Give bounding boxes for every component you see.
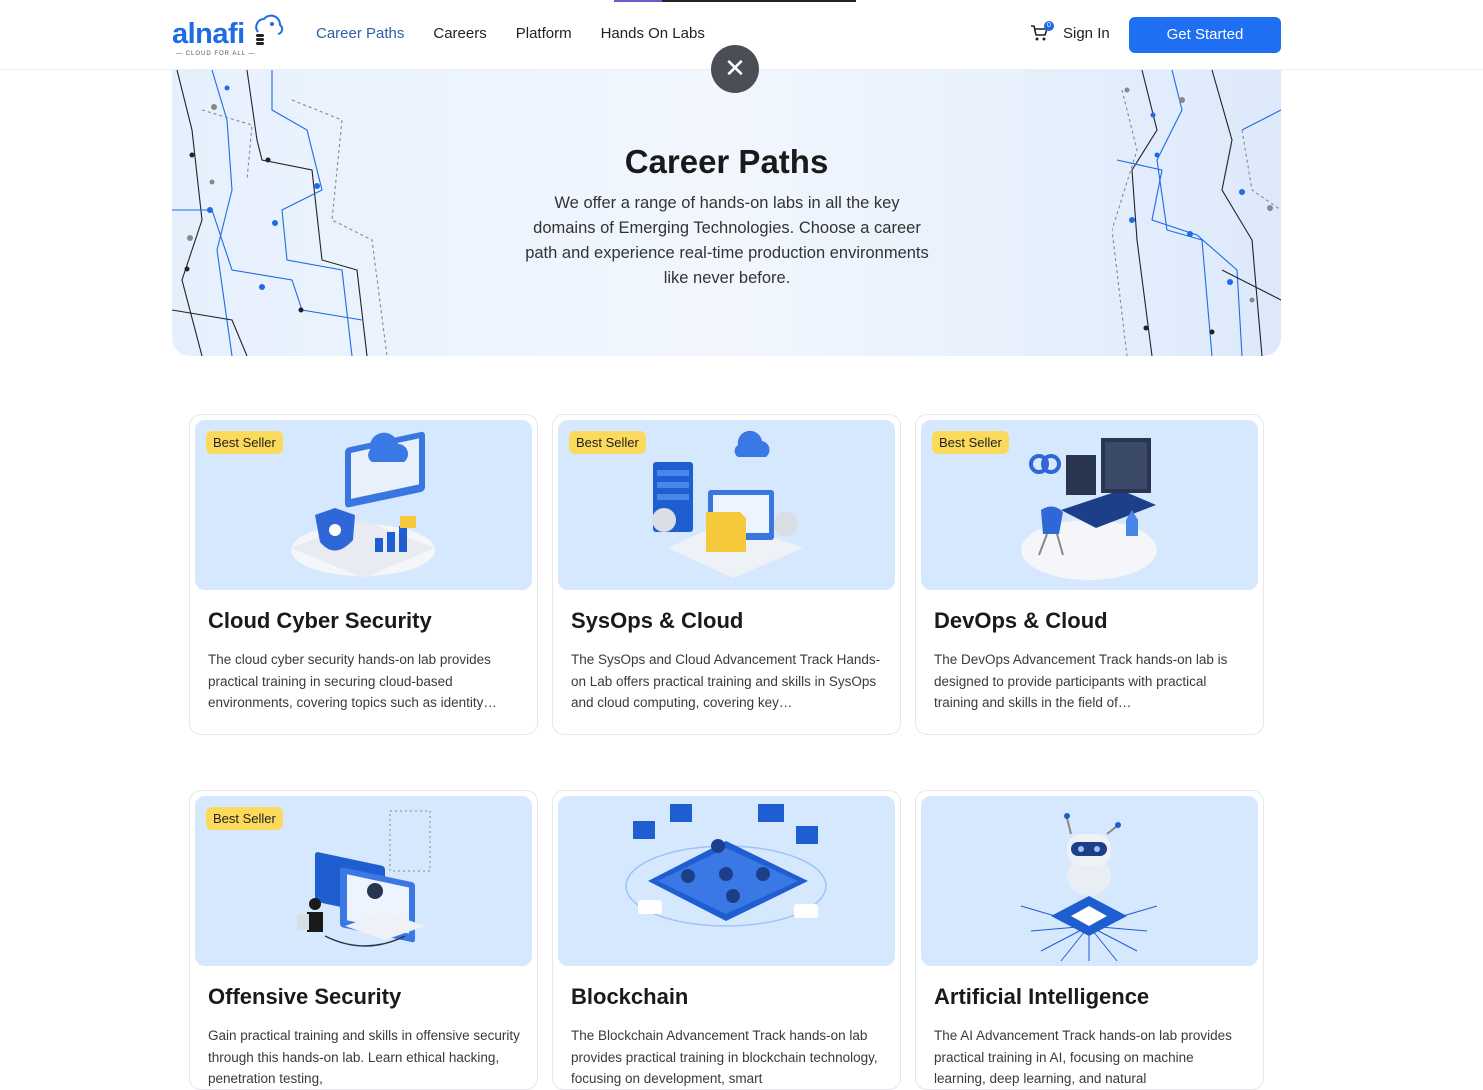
get-started-button[interactable]: Get Started bbox=[1129, 17, 1281, 53]
career-card-artificial-intelligence[interactable]: Artificial Intelligence The AI Advanceme… bbox=[915, 790, 1264, 1090]
card-title: Artificial Intelligence bbox=[934, 984, 1150, 1009]
career-card-blockchain[interactable]: Blockchain The Blockchain Advancement Tr… bbox=[552, 790, 901, 1090]
card-illustration: Best Seller bbox=[921, 420, 1258, 590]
card-illustration bbox=[558, 796, 895, 966]
career-card-devops-cloud[interactable]: Best Seller DevOps & Cloud The DevOps Ad… bbox=[915, 414, 1264, 735]
blockchain-illustration bbox=[625, 804, 827, 927]
close-button[interactable]: ✕ bbox=[711, 45, 759, 93]
card-illustration bbox=[921, 796, 1258, 966]
best-seller-badge: Best Seller bbox=[569, 431, 646, 454]
career-card-cloud-cyber-security[interactable]: Best Seller Cloud Cyber Security The clo… bbox=[189, 414, 538, 735]
page-title: Career Paths bbox=[624, 143, 829, 180]
hero-banner: Career Paths We offer a range of hands-o… bbox=[172, 70, 1281, 356]
circuit-decoration-left bbox=[172, 70, 388, 356]
card-title: Blockchain bbox=[571, 984, 689, 1009]
sign-in-link[interactable]: Sign In bbox=[1063, 25, 1110, 42]
cart-count-badge: 0 bbox=[1044, 21, 1054, 31]
card-description: The SysOps and Cloud Advancement Track H… bbox=[571, 652, 881, 710]
nav-platform[interactable]: Platform bbox=[516, 25, 572, 42]
ai-robot-illustration bbox=[1020, 813, 1158, 962]
card-description: The cloud cyber security hands-on lab pr… bbox=[208, 652, 497, 710]
main-nav: Career Paths Careers Platform Hands On L… bbox=[316, 25, 705, 42]
logo-tagline: — CLOUD FOR ALL — bbox=[176, 51, 256, 57]
logo-text: alnafi bbox=[172, 18, 245, 50]
best-seller-badge: Best Seller bbox=[932, 431, 1009, 454]
best-seller-badge: Best Seller bbox=[206, 807, 283, 830]
top-scroll-indicator bbox=[614, 0, 856, 2]
card-description: The DevOps Advancement Track hands-on la… bbox=[934, 652, 1228, 710]
card-illustration: Best Seller bbox=[195, 420, 532, 590]
close-icon: ✕ bbox=[724, 53, 746, 83]
card-illustration: Best Seller bbox=[558, 420, 895, 590]
nav-careers[interactable]: Careers bbox=[433, 25, 486, 42]
nav-hands-on-labs[interactable]: Hands On Labs bbox=[601, 25, 705, 42]
hero-description: We offer a range of hands-on labs in all… bbox=[525, 194, 929, 287]
cart-button[interactable]: 0 bbox=[1030, 21, 1054, 44]
nav-career-paths[interactable]: Career Paths bbox=[316, 25, 404, 42]
card-title: Cloud Cyber Security bbox=[208, 608, 432, 633]
circuit-decoration-right bbox=[1112, 70, 1281, 356]
career-card-offensive-security[interactable]: Best Seller Offensive Security Gain prac… bbox=[189, 790, 538, 1090]
cloud-database-icon bbox=[255, 14, 284, 45]
card-illustration: Best Seller bbox=[195, 796, 532, 966]
best-seller-badge: Best Seller bbox=[206, 431, 283, 454]
card-title: Offensive Security bbox=[208, 984, 402, 1009]
card-title: DevOps & Cloud bbox=[934, 608, 1108, 633]
alnafi-logo[interactable]: alnafi — CLOUD FOR ALL — bbox=[172, 12, 284, 60]
card-title: SysOps & Cloud bbox=[571, 608, 744, 633]
career-card-sysops-cloud[interactable]: Best Seller SysOps & Cloud The SysOps an… bbox=[552, 414, 901, 735]
